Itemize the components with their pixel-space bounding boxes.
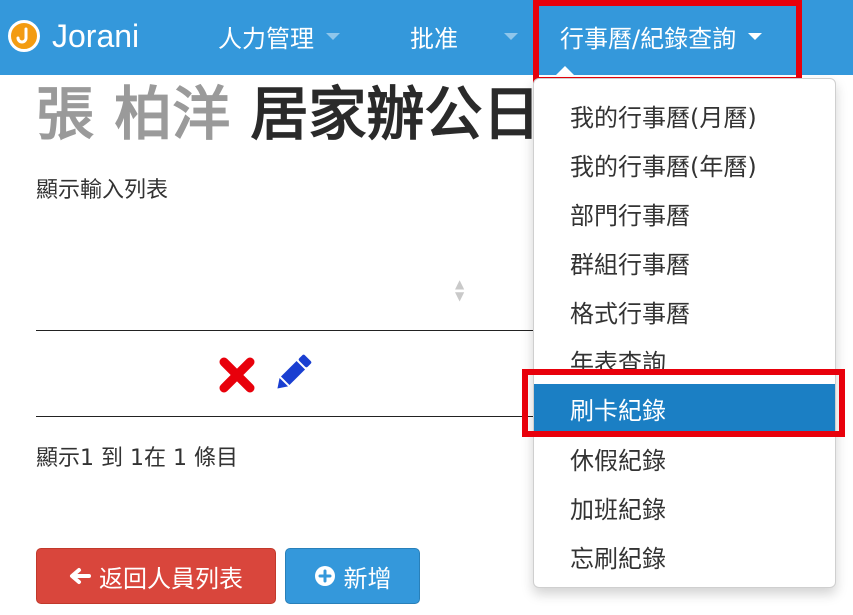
highlight-box-menu-item xyxy=(522,369,845,437)
page-subtitle: 顯示輸入列表 xyxy=(36,178,169,203)
caret-down-icon xyxy=(504,32,518,40)
add-label: 新增 xyxy=(343,564,392,593)
nav-approve-label: 批准 xyxy=(410,24,458,53)
delete-icon[interactable] xyxy=(218,356,256,398)
page-title-type: 居家辦公日 xyxy=(250,80,541,148)
caret-down-icon xyxy=(326,32,340,40)
page-title: 張 柏洋 居家辦公日 xyxy=(36,78,540,150)
table-divider-bottom xyxy=(36,416,556,417)
menu-item-my-calendar-year[interactable]: 我的行事曆(年曆) xyxy=(534,144,835,184)
sort-icon[interactable]: ▲ ▼ xyxy=(455,278,464,302)
plus-circle-icon xyxy=(314,565,336,587)
brand[interactable]: Jorani xyxy=(8,14,139,58)
back-to-list-label: 返回人員列表 xyxy=(99,564,243,593)
menu-item-overtime-records[interactable]: 加班紀錄 xyxy=(534,487,835,527)
nav-hr-management[interactable]: 人力管理 xyxy=(218,18,340,54)
jorani-logo-icon xyxy=(8,20,40,52)
dropdown-pointer xyxy=(556,66,574,75)
nav-hr-management-label: 人力管理 xyxy=(218,24,314,53)
table-divider-top xyxy=(36,330,556,331)
menu-item-my-calendar-month[interactable]: 我的行事曆(月曆) xyxy=(534,95,835,135)
page-title-name: 張 柏洋 xyxy=(36,80,231,148)
table-info: 顯示1 到 1在 1 條目 xyxy=(36,446,238,471)
brand-name: Jorani xyxy=(52,17,140,54)
menu-item-format-calendar[interactable]: 格式行事曆 xyxy=(534,291,835,331)
nav-approve[interactable]: 批准 xyxy=(410,18,518,54)
add-button[interactable]: 新增 xyxy=(285,548,420,604)
pencil-icon[interactable] xyxy=(270,350,316,400)
back-to-list-button[interactable]: 返回人員列表 xyxy=(36,548,276,604)
calendar-dropdown-menu: 我的行事曆(月曆) 我的行事曆(年曆) 部門行事曆 群組行事曆 格式行事曆 年表… xyxy=(533,78,836,588)
menu-item-leave-records[interactable]: 休假紀錄 xyxy=(534,438,835,478)
menu-item-department-calendar[interactable]: 部門行事曆 xyxy=(534,193,835,233)
menu-item-missed-punch-records[interactable]: 忘刷紀錄 xyxy=(534,536,835,576)
arrow-left-icon xyxy=(69,567,91,585)
menu-item-group-calendar[interactable]: 群組行事曆 xyxy=(534,242,835,282)
